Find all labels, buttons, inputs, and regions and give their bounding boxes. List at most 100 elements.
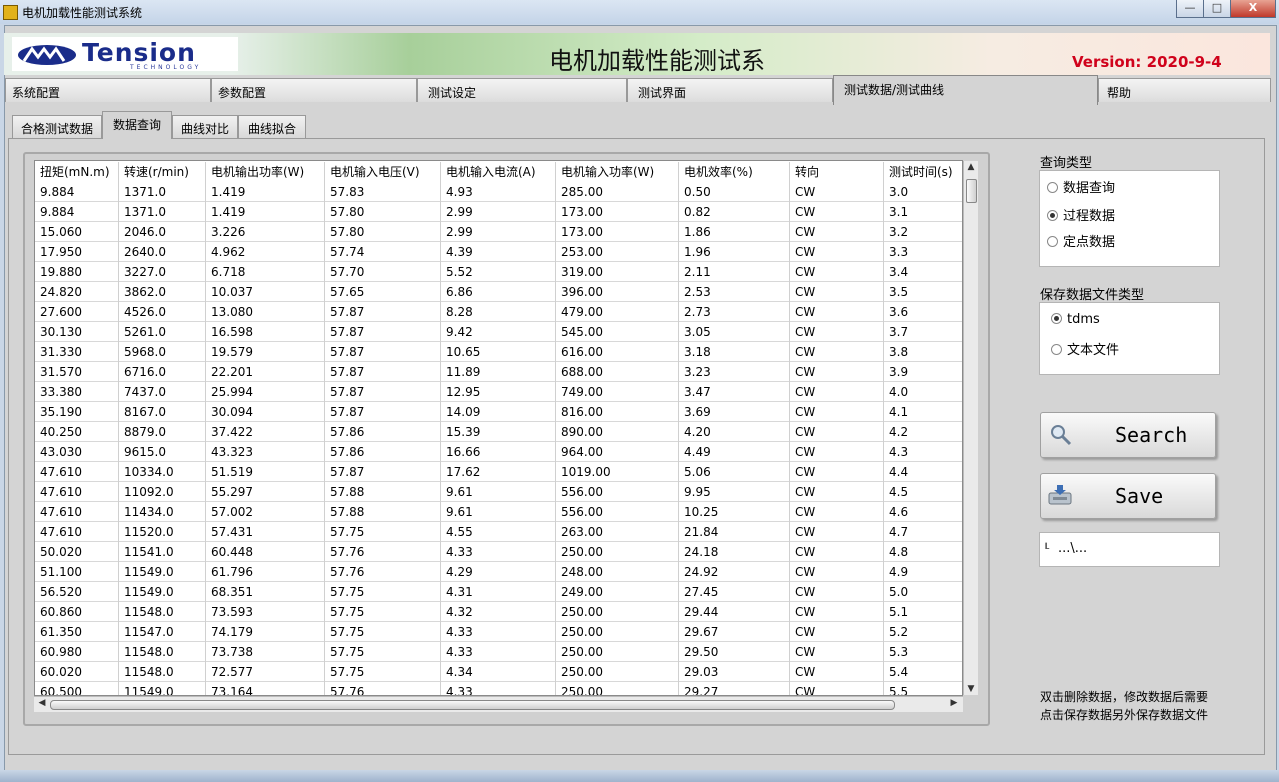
table-cell[interactable]: 57.88 <box>325 502 441 522</box>
table-cell[interactable]: 3.5 <box>884 282 962 302</box>
scroll-left-icon[interactable]: ◀ <box>35 698 49 708</box>
table-cell[interactable]: 37.422 <box>206 422 325 442</box>
table-cell[interactable]: 890.00 <box>556 422 679 442</box>
table-cell[interactable]: 3.8 <box>884 342 962 362</box>
table-cell[interactable]: 9.42 <box>441 322 556 342</box>
table-cell[interactable]: 60.020 <box>35 662 119 682</box>
table-cell[interactable]: 11548.0 <box>119 662 206 682</box>
table-cell[interactable]: 11520.0 <box>119 522 206 542</box>
table-cell[interactable]: CW <box>790 542 884 562</box>
table-cell[interactable]: 15.39 <box>441 422 556 442</box>
table-cell[interactable]: 5.52 <box>441 262 556 282</box>
table-row[interactable]: 27.600 4526.0 13.080 57.87 8.28 479.00 2.73 CW 3… <box>35 302 962 322</box>
table-cell[interactable]: 4.33 <box>441 682 556 695</box>
table-cell[interactable]: 29.03 <box>679 662 790 682</box>
table-cell[interactable]: 10.25 <box>679 502 790 522</box>
table-cell[interactable]: 4.1 <box>884 402 962 422</box>
table-cell[interactable]: 9.95 <box>679 482 790 502</box>
scroll-down-icon[interactable]: ▼ <box>964 684 978 694</box>
table-cell[interactable]: 10334.0 <box>119 462 206 482</box>
table-cell[interactable]: 43.323 <box>206 442 325 462</box>
table-cell[interactable]: 4.39 <box>441 242 556 262</box>
table-cell[interactable]: 47.610 <box>35 522 119 542</box>
table-cell[interactable]: 9.61 <box>441 502 556 522</box>
table-cell[interactable]: 30.094 <box>206 402 325 422</box>
table-row[interactable]: 51.100 11549.0 61.796 57.76 4.29 248.00 24.92 C… <box>35 562 962 582</box>
table-cell[interactable]: CW <box>790 262 884 282</box>
table-cell[interactable]: 11548.0 <box>119 642 206 662</box>
table-row[interactable]: 60.020 11548.0 72.577 57.75 4.34 250.00 29.03 C… <box>35 662 962 682</box>
table-cell[interactable]: CW <box>790 442 884 462</box>
table-cell[interactable]: 250.00 <box>556 602 679 622</box>
table-cell[interactable]: 4.4 <box>884 462 962 482</box>
table-cell[interactable]: 57.87 <box>325 402 441 422</box>
table-cell[interactable]: 57.74 <box>325 242 441 262</box>
table-cell[interactable]: CW <box>790 682 884 695</box>
table-row[interactable]: 50.020 11541.0 60.448 57.76 4.33 250.00 24.18 C… <box>35 542 962 562</box>
table-cell[interactable]: 57.76 <box>325 682 441 695</box>
table-cell[interactable]: 55.297 <box>206 482 325 502</box>
radio-text-file[interactable]: 文本文件 <box>1051 342 1119 360</box>
table-cell[interactable]: 47.610 <box>35 502 119 522</box>
table-row[interactable]: 31.570 6716.0 22.201 57.87 11.89 688.00 3.23 CW… <box>35 362 962 382</box>
table-cell[interactable]: 4.31 <box>441 582 556 602</box>
table-cell[interactable]: 31.330 <box>35 342 119 362</box>
table-cell[interactable]: 60.980 <box>35 642 119 662</box>
tab-system-config[interactable]: 系统配置 <box>5 78 211 102</box>
table-cell[interactable]: 14.09 <box>441 402 556 422</box>
table-cell[interactable]: 10.65 <box>441 342 556 362</box>
table-cell[interactable]: 816.00 <box>556 402 679 422</box>
table-cell[interactable]: 248.00 <box>556 562 679 582</box>
table-cell[interactable]: 51.100 <box>35 562 119 582</box>
table-cell[interactable]: 22.201 <box>206 362 325 382</box>
table-cell[interactable]: 9.884 <box>35 202 119 222</box>
table-cell[interactable]: 11.89 <box>441 362 556 382</box>
table-cell[interactable]: 27.600 <box>35 302 119 322</box>
table-cell[interactable]: 5.5 <box>884 682 962 695</box>
table-cell[interactable]: 3.2 <box>884 222 962 242</box>
table-cell[interactable]: 4.5 <box>884 482 962 502</box>
table-cell[interactable]: 4.2 <box>884 422 962 442</box>
table-cell[interactable]: 3862.0 <box>119 282 206 302</box>
table-cell[interactable]: 24.820 <box>35 282 119 302</box>
table-cell[interactable]: 173.00 <box>556 202 679 222</box>
table-cell[interactable]: 556.00 <box>556 482 679 502</box>
table-cell[interactable]: 3.1 <box>884 202 962 222</box>
table-cell[interactable]: 173.00 <box>556 222 679 242</box>
table-cell[interactable]: CW <box>790 462 884 482</box>
table-cell[interactable]: 4.962 <box>206 242 325 262</box>
table-cell[interactable]: CW <box>790 182 884 202</box>
save-button[interactable]: Save <box>1040 473 1216 519</box>
table-cell[interactable]: 249.00 <box>556 582 679 602</box>
tab-test-settings[interactable]: 测试设定 <box>417 78 627 102</box>
table-cell[interactable]: CW <box>790 622 884 642</box>
tab-param-config[interactable]: 参数配置 <box>211 78 417 102</box>
table-cell[interactable]: 4526.0 <box>119 302 206 322</box>
table-cell[interactable]: 29.67 <box>679 622 790 642</box>
table-cell[interactable]: CW <box>790 502 884 522</box>
scroll-up-icon[interactable]: ▲ <box>964 162 978 172</box>
table-row[interactable]: 30.130 5261.0 16.598 57.87 9.42 545.00 3.05 CW 3… <box>35 322 962 342</box>
table-cell[interactable]: 8167.0 <box>119 402 206 422</box>
table-cell[interactable]: 4.49 <box>679 442 790 462</box>
tab-help[interactable]: 帮助 <box>1098 78 1271 102</box>
table-cell[interactable]: 2.53 <box>679 282 790 302</box>
table-cell[interactable]: 1019.00 <box>556 462 679 482</box>
table-cell[interactable]: 57.76 <box>325 542 441 562</box>
table-cell[interactable]: 8879.0 <box>119 422 206 442</box>
table-row[interactable]: 17.950 2640.0 4.962 57.74 4.39 253.00 1.96 CW 3.… <box>35 242 962 262</box>
table-cell[interactable]: 2.99 <box>441 202 556 222</box>
table-cell[interactable]: 30.130 <box>35 322 119 342</box>
table-cell[interactable]: 50.020 <box>35 542 119 562</box>
minimize-button[interactable]: — <box>1176 0 1204 18</box>
table-cell[interactable]: 57.431 <box>206 522 325 542</box>
table-cell[interactable]: 3.0 <box>884 182 962 202</box>
table-cell[interactable]: 25.994 <box>206 382 325 402</box>
table-cell[interactable]: 24.18 <box>679 542 790 562</box>
close-button[interactable]: X <box>1230 0 1276 18</box>
table-cell[interactable]: CW <box>790 322 884 342</box>
radio-tdms[interactable]: tdms <box>1051 311 1100 329</box>
table-cell[interactable]: 4.93 <box>441 182 556 202</box>
table-cell[interactable]: 19.880 <box>35 262 119 282</box>
table-cell[interactable]: 250.00 <box>556 662 679 682</box>
